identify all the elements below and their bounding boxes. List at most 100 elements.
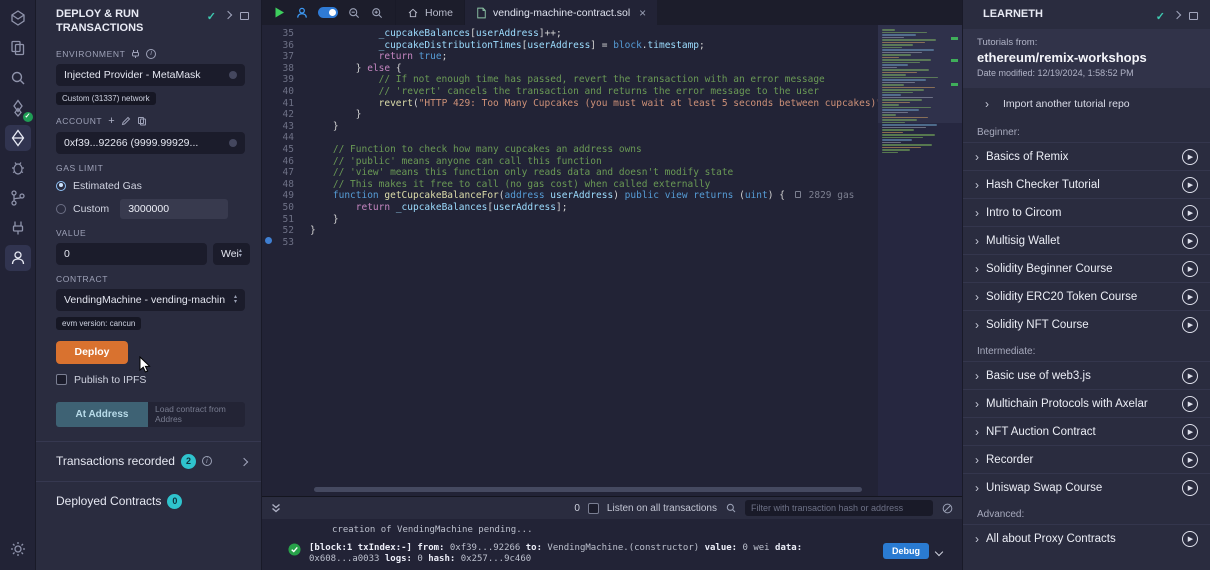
search-icon[interactable] [5,65,31,91]
contract-select[interactable]: VendingMachine - vending-machin ▴▾ [56,289,245,311]
learneth-collapse-icon[interactable] [1173,11,1181,19]
code-editor[interactable]: 35 _cupcakeBalances[userAddress]++;36 _c… [262,25,962,496]
play-tutorial-button[interactable]: ▶ [1182,289,1198,305]
code-line[interactable]: 37 return true; [262,51,870,63]
code-line[interactable]: 50 return _cupcakeBalances[userAddress]; [262,202,870,214]
code-line[interactable]: 39 // If not enough time has passed, rev… [262,74,870,86]
estimated-gas-radio[interactable] [56,181,66,191]
transactions-expand-icon[interactable] [240,458,248,466]
popout-panel-icon[interactable] [240,12,249,20]
expand-transaction-icon[interactable] [935,548,943,556]
close-tab-icon[interactable]: × [639,6,646,20]
transactions-info-icon[interactable]: i [202,456,212,466]
code-line[interactable]: 51 } [262,214,870,226]
tutorial-item[interactable]: ›Intro to Circom▶ [963,198,1210,226]
code-line[interactable]: 44 [262,132,870,144]
horizontal-scrollbar[interactable] [314,487,862,492]
tutorial-item[interactable]: ›Solidity ERC20 Token Course▶ [963,282,1210,310]
code-line[interactable]: 53 [262,237,870,249]
file-explorer-icon[interactable] [5,35,31,61]
minimap-slider[interactable] [878,25,962,123]
play-tutorial-button[interactable]: ▶ [1182,177,1198,193]
code-line[interactable]: 47 // 'view' means this function only re… [262,167,870,179]
debug-button[interactable]: Debug [883,543,929,559]
tutorial-item[interactable]: ›NFT Auction Contract▶ [963,417,1210,445]
code-line[interactable]: 48 // This makes it free to call (no gas… [262,179,870,191]
environment-info-icon[interactable]: i [146,49,156,59]
tutorial-item[interactable]: ›Uniswap Swap Course▶ [963,473,1210,501]
learneth-plugin-icon[interactable] [5,245,31,271]
code-line[interactable]: 49 function getCupcakeBalanceFor(address… [262,190,870,202]
tutorial-item[interactable]: ›Recorder▶ [963,445,1210,473]
code-line[interactable]: 40 // 'revert' cancels the transaction a… [262,86,870,98]
clear-console-icon[interactable] [941,502,954,515]
solidity-compiler-icon[interactable]: ✓ [5,95,31,121]
code-line[interactable]: 46 // 'public' means anyone can call thi… [262,156,870,168]
account-select[interactable]: 0xf39...92266 (9999.99929... [56,132,245,154]
publish-ipfs-option[interactable]: Publish to IPFS [56,374,245,386]
deploy-button[interactable]: Deploy [56,341,128,364]
code-line[interactable]: 35 _cupcakeBalances[userAddress]++; [262,28,870,40]
play-tutorial-button[interactable]: ▶ [1182,317,1198,333]
code-line[interactable]: 41 revert("HTTP 429: Too Many Cupcakes (… [262,98,870,110]
ai-assistant-icon[interactable] [295,6,309,20]
tab-home[interactable]: Home [395,0,464,25]
tutorial-item[interactable]: ›Hash Checker Tutorial▶ [963,170,1210,198]
play-tutorial-button[interactable]: ▶ [1182,480,1198,496]
settings-gear-icon[interactable] [5,536,31,562]
collapse-panel-icon[interactable] [224,11,232,19]
transaction-log-row[interactable]: [block:1 txIndex:-] from: 0xf39...92266 … [262,543,962,565]
tutorial-item[interactable]: ›Basics of Remix▶ [963,142,1210,170]
deployed-contracts-row[interactable]: Deployed Contracts 0 [36,481,261,521]
tutorial-item[interactable]: ›All about Proxy Contracts▶ [963,524,1210,552]
add-account-icon[interactable]: + [108,115,115,127]
play-tutorial-button[interactable]: ▶ [1182,149,1198,165]
deploy-run-icon[interactable] [5,125,31,151]
code-line[interactable]: 38 } else { [262,63,870,75]
breakpoint-dot[interactable] [265,237,272,244]
play-tutorial-button[interactable]: ▶ [1182,424,1198,440]
code-line[interactable]: 36 _cupcakeDistributionTimes[userAddress… [262,40,870,52]
plug-icon[interactable] [131,49,140,59]
zoom-out-icon[interactable] [347,6,361,20]
listen-all-checkbox[interactable] [588,503,599,514]
debugger-icon[interactable] [5,155,31,181]
zoom-in-icon[interactable] [370,6,384,20]
play-tutorial-button[interactable]: ▶ [1182,261,1198,277]
copy-account-icon[interactable] [137,116,147,126]
play-tutorial-button[interactable]: ▶ [1182,396,1198,412]
at-address-input[interactable]: Load contract from Addres [148,402,245,427]
play-tutorial-button[interactable]: ▶ [1182,368,1198,384]
play-tutorial-button[interactable]: ▶ [1182,531,1198,547]
custom-gas-option[interactable]: Custom [56,199,245,219]
code-line[interactable]: 42 } [262,109,870,121]
terminal-filter-input[interactable] [745,500,933,516]
import-repo-link[interactable]: › Import another tutorial repo [963,88,1210,119]
run-script-icon[interactable] [273,6,286,19]
play-tutorial-button[interactable]: ▶ [1182,205,1198,221]
play-tutorial-button[interactable]: ▶ [1182,233,1198,249]
code-line[interactable]: 45 // Function to check how many cupcake… [262,144,870,156]
value-unit-select[interactable]: Wei ▴▾ [213,243,250,265]
learneth-popout-icon[interactable] [1189,12,1198,20]
copilot-toggle[interactable] [318,7,338,18]
git-icon[interactable] [5,185,31,211]
sign-message-icon[interactable] [121,116,131,126]
custom-gas-radio[interactable] [56,204,66,214]
tutorial-item[interactable]: ›Solidity NFT Course▶ [963,310,1210,338]
plugin-manager-icon[interactable] [5,215,31,241]
tutorial-item[interactable]: ›Solidity Beginner Course▶ [963,254,1210,282]
play-tutorial-button[interactable]: ▶ [1182,452,1198,468]
tutorial-item[interactable]: ›Multisig Wallet▶ [963,226,1210,254]
value-input[interactable] [56,243,207,265]
code-line[interactable]: 52} [262,225,870,237]
tutorial-item[interactable]: ›Multichain Protocols with Axelar▶ [963,389,1210,417]
estimated-gas-option[interactable]: Estimated Gas [56,180,245,192]
transactions-recorded-row[interactable]: Transactions recorded 2 i [36,441,261,481]
custom-gas-input[interactable] [120,199,228,219]
publish-ipfs-checkbox[interactable] [56,374,67,385]
environment-select[interactable]: Injected Provider - MetaMask [56,64,245,86]
code-line[interactable]: 43 } [262,121,870,133]
at-address-button[interactable]: At Address [56,402,148,427]
tutorial-item[interactable]: ›Basic use of web3.js▶ [963,361,1210,389]
